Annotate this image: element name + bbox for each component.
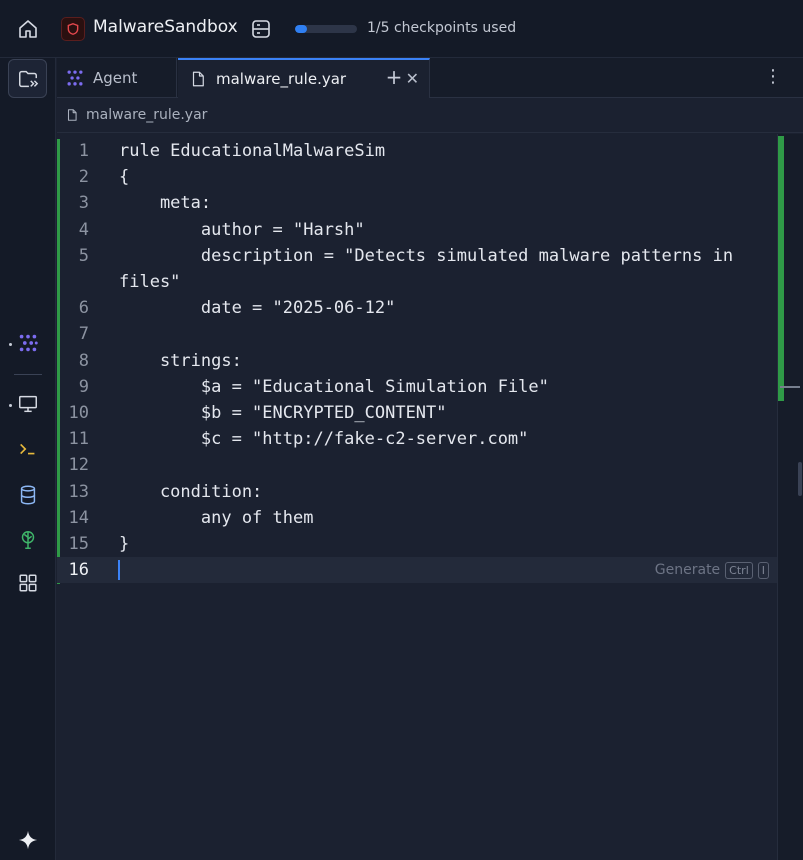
shortcut-key-ctrl: Ctrl — [725, 561, 753, 579]
sparkle-icon — [18, 830, 38, 850]
agent-indicator-dot — [9, 343, 12, 346]
line-number: 2 — [78, 167, 89, 188]
editor-scrollbar[interactable] — [777, 134, 803, 860]
tab-agent-label: Agent — [93, 69, 138, 87]
line-code[interactable]: { — [119, 164, 129, 190]
generate-label: Generate — [654, 562, 721, 579]
code-line[interactable]: 2{ — [57, 164, 777, 190]
code-line[interactable]: 11 $c = "http://fake-c2-server.com" — [57, 426, 777, 452]
scrollbar-cursor-marker — [780, 386, 800, 388]
top-bar: MalwareSandbox 1/5 checkpoints used — [0, 0, 803, 58]
line-code[interactable]: $a = "Educational Simulation File" — [119, 374, 549, 400]
ai-assistant-button[interactable] — [13, 825, 43, 855]
code-line[interactable]: 7 — [57, 321, 777, 347]
add-tab-button[interactable]: + — [383, 66, 405, 88]
line-number: 5 — [78, 245, 89, 266]
line-number: 3 — [78, 193, 89, 214]
sidebar-divider — [14, 374, 42, 375]
code-line[interactable]: files" — [57, 269, 777, 295]
line-code[interactable]: } — [119, 531, 129, 557]
line-number: 4 — [78, 219, 89, 240]
line-number: 10 — [68, 403, 89, 423]
line-number: 14 — [68, 507, 89, 528]
tab-file-label: malware_rule.yar — [216, 70, 347, 88]
line-code[interactable]: date = "2025-06-12" — [119, 295, 395, 321]
line-code[interactable]: meta: — [119, 190, 211, 216]
line-number: 13 — [68, 481, 89, 502]
home-icon[interactable] — [16, 17, 40, 41]
close-icon[interactable]: ✕ — [406, 69, 419, 88]
shortcut-key-i: I — [757, 561, 769, 579]
code-line[interactable]: 8 strings: — [57, 348, 777, 374]
grid-icon — [19, 574, 37, 592]
monitor-button[interactable] — [13, 389, 43, 419]
line-code[interactable]: $b = "ENCRYPTED_CONTENT" — [119, 400, 447, 426]
line-code[interactable]: author = "Harsh" — [119, 217, 365, 243]
more-options-button[interactable]: ⋮ — [763, 66, 783, 87]
code-line[interactable]: 1 rule EducationalMalwareSim — [57, 138, 777, 164]
network-button[interactable] — [13, 525, 43, 555]
activity-sidebar — [0, 58, 56, 860]
terminal-icon — [20, 443, 35, 455]
code-line[interactable]: 15} — [57, 531, 777, 557]
line-number: 6 — [78, 298, 89, 319]
code-line[interactable]: 13 condition: — [57, 479, 777, 505]
file-icon — [65, 107, 81, 123]
shield-icon — [61, 17, 85, 41]
text-cursor — [118, 560, 120, 581]
code-line[interactable]: 6 date = "2025-06-12" — [57, 295, 777, 321]
line-code[interactable]: $c = "http://fake-c2-server.com" — [119, 426, 529, 452]
checkpoint-status: 1/5 checkpoints used — [367, 20, 517, 36]
line-code[interactable]: rule EducationalMalwareSim — [119, 138, 385, 164]
database-icon — [20, 485, 36, 505]
code-line[interactable]: 3 meta: — [57, 190, 777, 216]
tab-agent[interactable]: Agent — [57, 58, 177, 98]
generate-hint[interactable]: Generate Ctrl I — [655, 557, 769, 583]
agent-icon — [65, 68, 85, 88]
code-line[interactable]: 14 any of them — [57, 505, 777, 531]
code-line[interactable]: 9 $a = "Educational Simulation File" — [57, 374, 777, 400]
database-button[interactable] — [13, 480, 43, 510]
app-title: MalwareSandbox — [93, 17, 238, 37]
monitor-indicator-dot — [9, 404, 12, 407]
grid-button[interactable] — [13, 568, 43, 598]
line-code[interactable]: files" — [119, 269, 180, 295]
line-number: 8 — [78, 350, 89, 371]
line-number: 11 — [68, 429, 89, 450]
breadcrumb-file[interactable]: malware_rule.yar — [86, 107, 207, 123]
code-line[interactable]: 5 description = "Detects simulated malwa… — [57, 243, 777, 269]
line-code[interactable]: description = "Detects simulated malware… — [119, 243, 733, 269]
monitor-icon — [19, 395, 37, 413]
checkpoint-progress-fill — [295, 25, 308, 33]
scrollbar-git-marker — [778, 136, 784, 401]
line-number: 16 — [68, 560, 89, 581]
line-code[interactable]: strings: — [119, 348, 242, 374]
code-line[interactable]: 4 author = "Harsh" — [57, 217, 777, 243]
line-number: 15 — [68, 534, 89, 554]
code-line[interactable]: 12 — [57, 452, 777, 478]
agent-button[interactable] — [13, 328, 43, 358]
explorer-button[interactable] — [8, 59, 47, 98]
code-editor[interactable]: 1 rule EducationalMalwareSim 2{3 meta: 4 au… — [57, 134, 777, 860]
terminal-button[interactable] — [13, 434, 43, 464]
line-number: 9 — [78, 376, 89, 397]
tree-icon — [21, 531, 35, 549]
editor-tab-bar: Agent malware_rule.yar ✕ + ⋮ — [57, 58, 803, 98]
code-line[interactable]: 10 $b = "ENCRYPTED_CONTENT" — [57, 400, 777, 426]
line-code[interactable]: any of them — [119, 505, 314, 531]
current-line[interactable]: 16 Generate Ctrl I — [57, 557, 777, 584]
line-number: 12 — [68, 455, 89, 476]
scrollbar-thumb[interactable] — [798, 462, 802, 496]
checkpoint-progress-bar — [295, 25, 357, 33]
line-number: 1 — [78, 141, 89, 161]
agent-icon — [19, 334, 38, 352]
line-number: 7 — [78, 324, 89, 345]
file-icon — [188, 69, 208, 89]
breadcrumb: malware_rule.yar — [57, 98, 803, 133]
server-icon[interactable] — [249, 17, 273, 41]
line-code[interactable]: condition: — [119, 479, 262, 505]
folder-arrow-icon — [18, 70, 38, 87]
